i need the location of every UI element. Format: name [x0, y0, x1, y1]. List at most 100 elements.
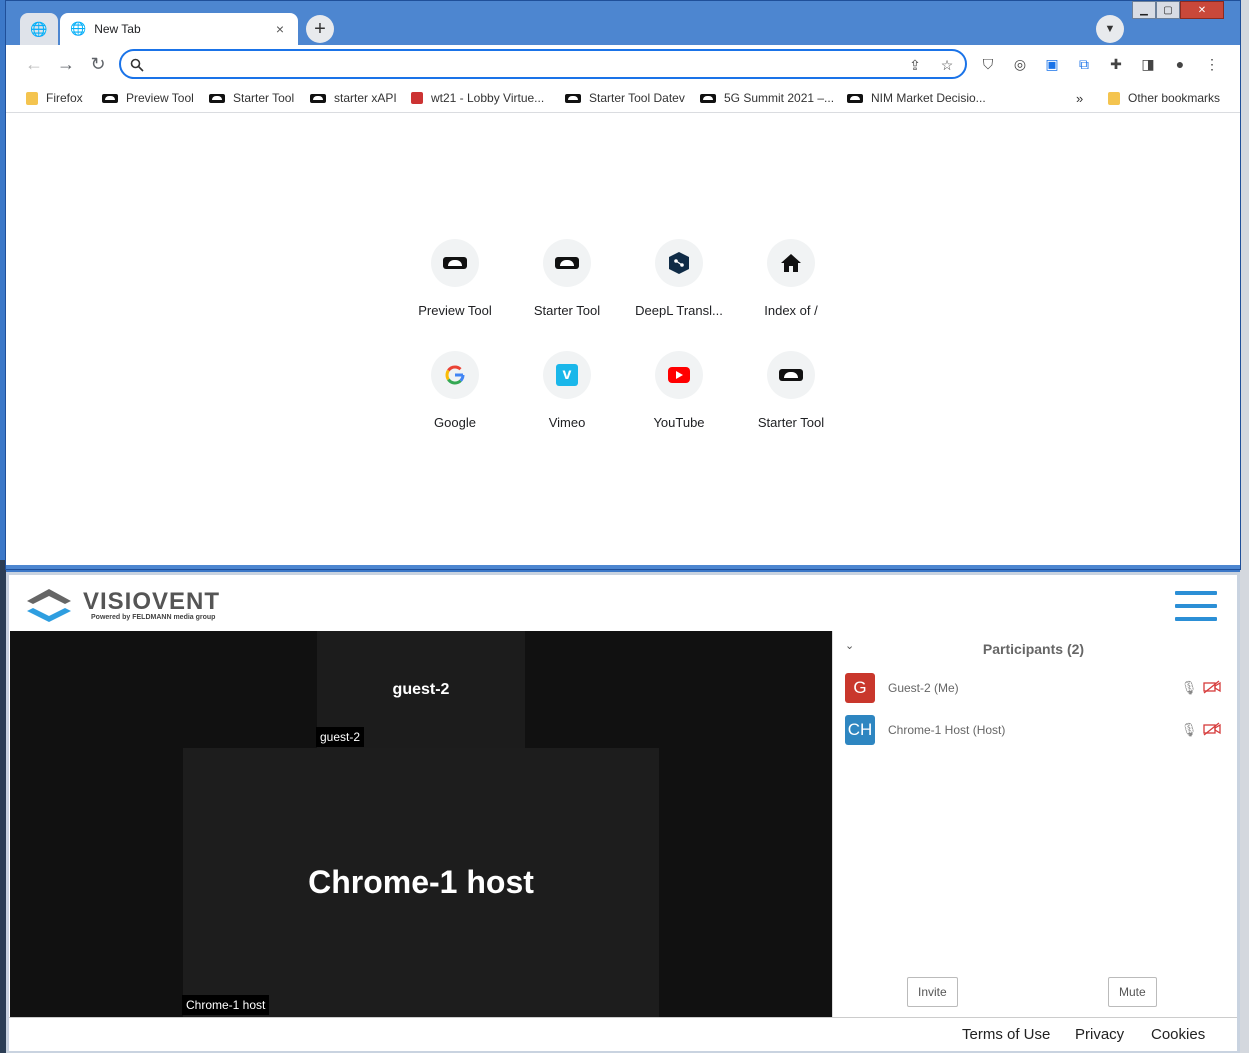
shortcut-label: Google: [434, 415, 476, 430]
guest-name-tag: guest-2: [316, 727, 365, 747]
bookmark-starter-xapi[interactable]: starter xAPI: [310, 89, 397, 107]
shortcut-vimeo[interactable]: v Vimeo: [511, 351, 623, 430]
tab-search-button[interactable]: ▼: [1096, 15, 1124, 43]
profile-icon[interactable]: ●: [1170, 54, 1190, 74]
invite-button[interactable]: Invite: [907, 977, 958, 1007]
shortcut-icon-wrap: v: [543, 351, 591, 399]
tab-title: New Tab: [94, 22, 141, 36]
file-extension-icon[interactable]: ▣: [1042, 54, 1062, 74]
shortcut-label: Starter Tool: [757, 415, 825, 430]
bookmark-label: Preview Tool: [126, 91, 194, 105]
shortcut-label: Preview Tool: [418, 303, 492, 318]
ublock-icon[interactable]: ⛉: [978, 54, 998, 74]
mask-icon: [555, 257, 579, 269]
shortcut-label: Index of /: [764, 303, 818, 318]
share-icon[interactable]: ⇪: [905, 55, 925, 75]
new-tab-button[interactable]: +: [306, 15, 334, 43]
puzzle-icon[interactable]: ✚: [1106, 54, 1126, 74]
bookmark-label: starter xAPI: [334, 91, 397, 105]
star-icon[interactable]: ☆: [937, 55, 957, 75]
back-button[interactable]: ←: [22, 52, 46, 76]
avatar: CH: [845, 715, 875, 745]
bookmark-starter-tool-datev[interactable]: Starter Tool Datev: [565, 89, 685, 107]
participant-row[interactable]: CH Chrome-1 Host (Host) 🎙: [845, 715, 1225, 745]
camera-off-icon[interactable]: [1199, 721, 1225, 739]
host-display-name: Chrome-1 host: [308, 864, 534, 900]
close-icon: ✕: [1197, 4, 1207, 16]
reload-icon: ↻: [90, 53, 106, 74]
microphone-icon[interactable]: 🎙: [1179, 680, 1199, 696]
brand-tagline: Powered by FELDMANN media group: [91, 613, 216, 621]
address-bar[interactable]: ⇪ ☆: [119, 49, 967, 79]
chevron-down-icon: ▼: [1104, 23, 1116, 35]
shortcut-google[interactable]: Google: [399, 351, 511, 430]
visiovent-header: VISIOVENT Powered by FELDMANN media grou…: [9, 575, 1237, 631]
shortcut-index-of[interactable]: Index of /: [735, 239, 847, 318]
shortcut-icon-wrap: [431, 351, 479, 399]
visiovent-logo-icon: [27, 589, 71, 622]
shortcut-deepl[interactable]: DeepL Transl...: [623, 239, 735, 318]
video-tile-host[interactable]: Chrome-1 host: [183, 748, 659, 1017]
arrow-left-icon: ←: [25, 53, 43, 74]
participant-name: Chrome-1 Host (Host): [888, 723, 1006, 737]
shortcut-starter-tool[interactable]: Starter Tool: [511, 239, 623, 318]
bookmarks-overflow-button[interactable]: »: [1076, 89, 1083, 107]
kebab-menu-icon[interactable]: ⋮: [1202, 54, 1222, 74]
side-panel-icon[interactable]: ◨: [1138, 54, 1158, 74]
pinned-tab[interactable]: 🌐: [20, 13, 58, 45]
maximize-icon: ▢: [1163, 4, 1173, 16]
maximize-button[interactable]: ▢: [1156, 1, 1180, 19]
participant-row[interactable]: G Guest-2 (Me) 🎙: [845, 673, 1225, 703]
vimeo-icon: v: [556, 364, 578, 386]
mask-icon: [310, 93, 326, 103]
shortcut-starter-tool-2[interactable]: Starter Tool: [735, 351, 847, 430]
mask-icon: [209, 93, 225, 103]
other-bookmarks[interactable]: Other bookmarks: [1108, 89, 1220, 107]
search-icon: [127, 55, 147, 75]
hamburger-line: [1175, 591, 1217, 595]
menu-button[interactable]: [1175, 591, 1217, 621]
guest-display-name: guest-2: [392, 681, 450, 698]
tab-new-tab[interactable]: 🌐 New Tab ×: [60, 13, 298, 45]
minimize-button[interactable]: ▁: [1132, 1, 1156, 19]
address-input[interactable]: [153, 55, 893, 73]
bookmark-label: Starter Tool Datev: [589, 91, 685, 105]
folder-icon: [26, 91, 38, 105]
bookmark-5g-summit[interactable]: 5G Summit 2021 –...: [700, 89, 834, 107]
reload-button[interactable]: ↻: [86, 52, 110, 76]
shortcut-icon-wrap: [655, 239, 703, 287]
bookmark-nim-market[interactable]: NIM Market Decisio...: [847, 89, 986, 107]
screenshot-extension-icon[interactable]: ⧉: [1074, 54, 1094, 74]
youtube-icon: [668, 367, 690, 383]
forward-button[interactable]: →: [54, 52, 78, 76]
bookmark-starter-tool[interactable]: Starter Tool: [209, 89, 294, 107]
shortcut-youtube[interactable]: YouTube: [623, 351, 735, 430]
shortcut-preview-tool[interactable]: Preview Tool: [399, 239, 511, 318]
arrow-right-icon: →: [57, 53, 75, 74]
shortcut-icon-wrap: [767, 239, 815, 287]
bookmark-firefox[interactable]: Firefox: [26, 89, 83, 107]
privacy-link[interactable]: Privacy: [1075, 1026, 1124, 1043]
folder-icon: [1108, 91, 1120, 105]
bookmark-preview-tool[interactable]: Preview Tool: [102, 89, 194, 107]
hamburger-line: [1175, 617, 1217, 621]
terms-link[interactable]: Terms of Use: [962, 1026, 1050, 1043]
mask-icon: [102, 93, 118, 103]
bookmark-label: Starter Tool: [233, 91, 295, 105]
globe-icon: 🌐: [30, 20, 48, 37]
mask-icon: [700, 93, 716, 103]
hamburger-line: [1175, 604, 1217, 608]
extension-circle-icon[interactable]: ◎: [1010, 54, 1030, 74]
cookies-link[interactable]: Cookies: [1151, 1026, 1205, 1043]
camera-off-icon[interactable]: [1199, 679, 1225, 697]
microphone-icon[interactable]: 🎙: [1179, 722, 1199, 738]
window-close-button[interactable]: ✕: [1180, 1, 1224, 19]
bookmark-label: NIM Market Decisio...: [871, 91, 986, 105]
visiovent-logo[interactable]: VISIOVENT Powered by FELDMANN media grou…: [25, 587, 220, 623]
mute-button[interactable]: Mute: [1108, 977, 1157, 1007]
window-controls: ▁ ▢ ✕: [1132, 1, 1224, 19]
bookmark-wt21-lobby[interactable]: wt21 - Lobby Virtue...: [411, 89, 544, 107]
close-icon[interactable]: ×: [272, 21, 288, 37]
bookmarks-bar: Firefox Preview Tool Starter Tool starte…: [6, 83, 1240, 113]
mask-icon: [443, 257, 467, 269]
